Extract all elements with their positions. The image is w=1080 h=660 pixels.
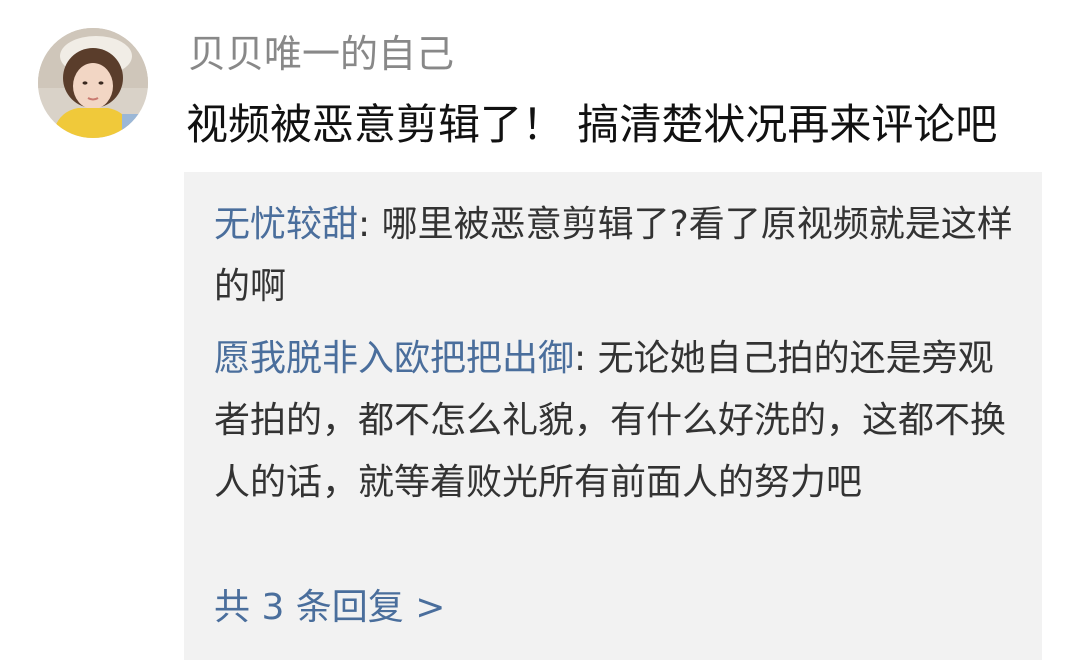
- reply-item[interactable]: 愿我脱非入欧把把出御: 无论她自己拍的还是旁观者拍的，都不怎么礼貌，有什么好洗的…: [214, 328, 1014, 514]
- avatar-image: [38, 28, 148, 138]
- comment-text: 视频被恶意剪辑了！ 搞清楚状况再来评论吧: [186, 100, 998, 149]
- reply-username[interactable]: 无忧较甜: [214, 204, 358, 245]
- reply-separator: :: [358, 204, 382, 245]
- reply-separator: :: [574, 338, 598, 379]
- more-replies-link[interactable]: 共 3 条回复 >: [214, 577, 445, 639]
- comment-username[interactable]: 贝贝唯一的自己: [188, 26, 454, 82]
- reply-username[interactable]: 愿我脱非入欧把把出御: [214, 338, 574, 379]
- replies-box[interactable]: 无忧较甜: 哪里被恶意剪辑了?看了原视频就是这样的啊 愿我脱非入欧把把出御: 无…: [184, 172, 1042, 660]
- avatar[interactable]: [38, 28, 148, 138]
- reply-item[interactable]: 无忧较甜: 哪里被恶意剪辑了?看了原视频就是这样的啊: [214, 194, 1014, 318]
